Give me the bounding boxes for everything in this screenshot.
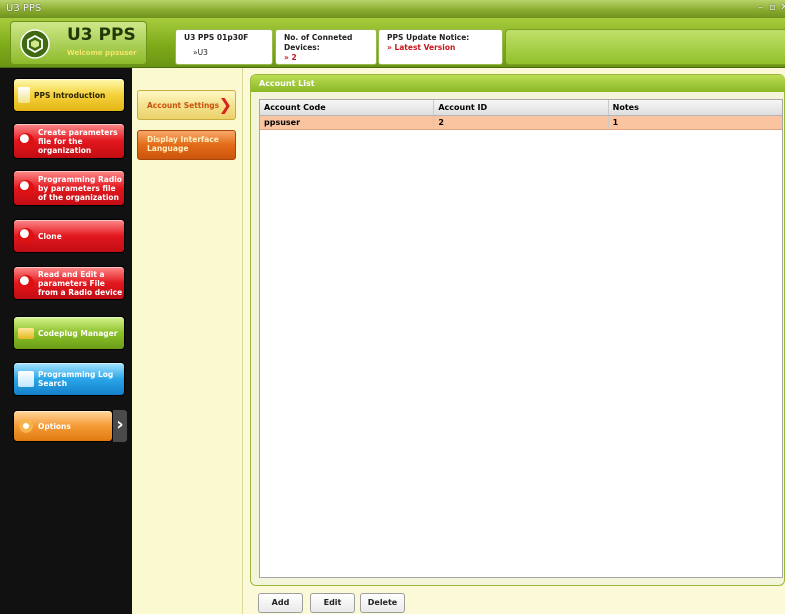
nav-label: Options (38, 421, 71, 431)
logo-box: U3 PPS Welcome ppsuser (10, 21, 147, 65)
nav-label: Programming Radio by parameters file of … (38, 174, 122, 202)
cell-notes: 1 (612, 118, 619, 127)
document-icon (18, 87, 30, 103)
app-window: U3 PPS – ▫ ✕ U3 PPS Welcome ppsuser U3 P… (0, 0, 785, 614)
nav-label: PPS Introduction (34, 90, 106, 100)
title-bar: U3 PPS – ▫ ✕ (0, 0, 785, 18)
column-header[interactable]: Notes (609, 100, 782, 115)
edit-button[interactable]: Edit (310, 593, 355, 613)
close-icon[interactable]: ✕ (779, 3, 785, 14)
sub-nav: Account Settings ❯ Display Interface Lan… (132, 68, 243, 614)
nav-create-parameters[interactable]: Create parameters file for the organizat… (13, 123, 125, 159)
radio-icon (18, 133, 34, 149)
version-value: »U3 (193, 48, 208, 57)
devices-box: No. of Conneted Devices: » 2 (275, 29, 377, 65)
action-bar: Add Edit Delete (250, 588, 785, 614)
nav-label: Read and Edit a parameters File from a R… (38, 269, 123, 297)
header-decoration (505, 29, 785, 65)
logo-icon (20, 29, 50, 59)
app-title: U3 PPS (67, 25, 136, 45)
account-table: Account Code Account ID Notes ppsuser 2 … (259, 99, 783, 578)
version-box: U3 PPS 01p30F »U3 (175, 29, 273, 65)
gear-icon (18, 418, 34, 434)
add-button[interactable]: Add (258, 593, 303, 613)
panel-title: Account List (251, 75, 785, 92)
app-header: U3 PPS Welcome ppsuser U3 PPS 01p30F »U3… (0, 18, 785, 68)
cell-account-code: ppsuser (260, 116, 435, 129)
devices-label: No. of Conneted Devices: (284, 33, 353, 52)
chevron-right-icon: › (113, 410, 127, 442)
nav-programming-log-search[interactable]: Programming Log Search (13, 362, 125, 396)
column-header[interactable]: Account Code (260, 100, 435, 115)
nav-label: Programming Log Search (38, 370, 114, 388)
minimize-icon[interactable]: – (755, 3, 766, 14)
chevron-right-icon: ❯ (218, 95, 232, 114)
nav-label: Codeplug Manager (38, 328, 118, 338)
nav-pps-introduction[interactable]: PPS Introduction (13, 78, 125, 112)
nav-options[interactable]: Options (13, 410, 113, 442)
restore-icon[interactable]: ▫ (767, 3, 778, 14)
cell-account-id: 2 (434, 116, 609, 129)
subnav-label: Account Settings (147, 100, 220, 110)
nav-codeplug-manager[interactable]: Codeplug Manager (13, 316, 125, 350)
table-header: Account Code Account ID Notes (260, 100, 782, 116)
radio-icon (18, 228, 34, 244)
window-title: U3 PPS (6, 3, 42, 14)
update-box: PPS Update Notice: » Latest Version (378, 29, 503, 65)
table-row[interactable]: ppsuser 2 1 (260, 116, 782, 130)
subnav-account-settings[interactable]: Account Settings ❯ (137, 90, 236, 120)
welcome-text: Welcome ppsuser (67, 49, 137, 57)
devices-value: » 2 (284, 53, 297, 62)
log-icon (18, 371, 34, 387)
nav-clone[interactable]: Clone (13, 219, 125, 253)
radio-icon (18, 180, 34, 196)
nav-label: Create parameters file for the organizat… (38, 127, 118, 155)
version-label: U3 PPS 01p30F (184, 33, 249, 42)
update-label: PPS Update Notice: (387, 33, 470, 42)
subnav-display-language[interactable]: Display Interface Language (137, 130, 236, 160)
account-list-panel: Account List Account Code Account ID Not… (250, 74, 785, 586)
update-value: » Latest Version (387, 43, 456, 52)
nav-programming-radio[interactable]: Programming Radio by parameters file of … (13, 170, 125, 206)
main-content: Account List Account Code Account ID Not… (243, 68, 785, 614)
subnav-label: Display Interface Language (147, 135, 219, 153)
delete-button[interactable]: Delete (360, 593, 405, 613)
folder-icon (18, 327, 34, 339)
nav-label: Clone (38, 231, 62, 241)
radio-icon (18, 275, 34, 291)
nav-read-edit-parameters[interactable]: Read and Edit a parameters File from a R… (13, 266, 125, 300)
column-header[interactable]: Account ID (434, 100, 609, 115)
left-nav: PPS Introduction Create parameters file … (0, 68, 132, 614)
